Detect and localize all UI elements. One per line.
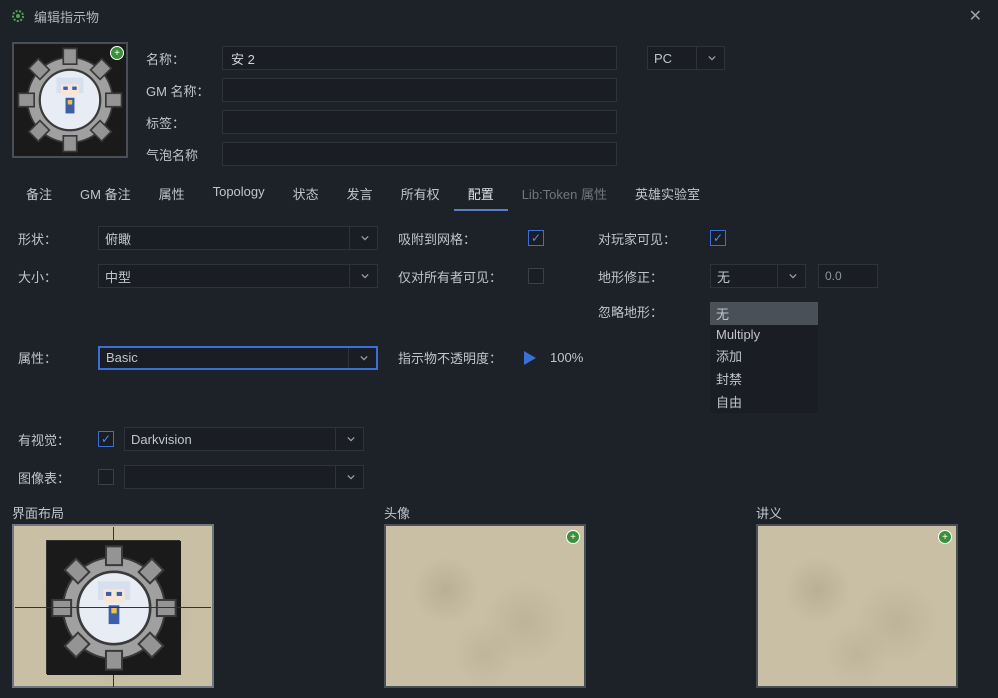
size-value: 中型	[105, 267, 131, 286]
bubble-input[interactable]	[222, 142, 617, 166]
snap-label: 吸附到网格：	[398, 229, 518, 248]
vision-checkbox[interactable]	[98, 431, 114, 447]
property-value: Basic	[106, 350, 138, 365]
size-select[interactable]: 中型	[98, 264, 378, 288]
tab-state[interactable]: 状态	[279, 178, 333, 211]
opacity-slider[interactable]	[524, 351, 544, 365]
terrain-mod-value: 无	[717, 267, 730, 286]
ignore-terrain-option[interactable]: 自由	[710, 390, 818, 413]
shape-select[interactable]: 俯瞰	[98, 226, 378, 250]
add-image-icon[interactable]: +	[110, 46, 124, 60]
tab-topology[interactable]: Topology	[199, 178, 279, 211]
ignore-terrain-option[interactable]: 无	[710, 302, 818, 325]
image-table-checkbox[interactable]	[98, 469, 114, 485]
type-value: PC	[654, 51, 672, 66]
ignore-terrain-option[interactable]: 添加	[710, 344, 818, 367]
layout-preview-label: 界面布局	[12, 503, 214, 522]
chevron-down-icon	[335, 428, 357, 450]
tab-bar: 备注 GM 备注 属性 Topology 状态 发言 所有权 配置 Lib:To…	[0, 170, 998, 212]
gm-name-label: GM 名称：	[146, 81, 212, 100]
vision-value: Darkvision	[131, 432, 192, 447]
tab-properties[interactable]: 属性	[145, 178, 199, 211]
opacity-label: 指示物不透明度：	[398, 348, 518, 367]
handout-preview[interactable]: +	[756, 524, 958, 688]
chevron-down-icon	[777, 265, 799, 287]
prop-label: 属性：	[18, 348, 88, 367]
image-table-label: 图像表：	[18, 468, 88, 487]
add-handout-icon[interactable]: +	[938, 530, 952, 544]
visible-checkbox[interactable]	[710, 230, 726, 246]
tab-speech[interactable]: 发言	[333, 178, 387, 211]
ignore-terrain-option[interactable]: Multiply	[710, 325, 818, 344]
tags-input[interactable]	[222, 110, 617, 134]
tags-label: 标签：	[146, 113, 212, 132]
image-table-select[interactable]	[124, 465, 364, 489]
handout-preview-label: 讲义	[756, 503, 958, 522]
bubble-label: 气泡名称	[146, 145, 212, 164]
portrait-preview[interactable]: +	[384, 524, 586, 688]
name-label: 名称：	[146, 49, 212, 68]
vision-label: 有视觉：	[18, 430, 88, 449]
tab-notes[interactable]: 备注	[12, 178, 66, 211]
name-input[interactable]	[222, 46, 617, 70]
size-label: 大小：	[18, 267, 88, 286]
close-icon[interactable]: ✕	[963, 6, 988, 26]
token-image[interactable]: +	[12, 42, 128, 158]
tab-gm-notes[interactable]: GM 备注	[66, 178, 145, 211]
terrain-mod-select[interactable]: 无	[710, 264, 806, 288]
chevron-down-icon	[348, 348, 370, 368]
tab-config[interactable]: 配置	[454, 178, 508, 211]
type-select[interactable]: PC	[647, 46, 725, 70]
shape-label: 形状：	[18, 229, 88, 248]
window-title: 编辑指示物	[34, 7, 963, 26]
app-icon	[10, 8, 26, 24]
ignore-terrain-label: 忽略地形：	[598, 302, 698, 321]
tab-lib-token[interactable]: Lib:Token 属性	[508, 178, 621, 211]
visible-label: 对玩家可见：	[598, 229, 698, 248]
terrain-mod-label: 地形修正：	[598, 267, 698, 286]
owner-only-label: 仅对所有者可见：	[398, 267, 518, 286]
property-select[interactable]: Basic	[98, 346, 378, 370]
chevron-down-icon	[335, 466, 357, 488]
portrait-preview-label: 头像	[384, 503, 586, 522]
tab-hero-lab[interactable]: 英雄实验室	[621, 178, 714, 211]
chevron-down-icon	[349, 227, 371, 249]
opacity-value: 100%	[550, 350, 583, 365]
owner-only-checkbox[interactable]	[528, 268, 544, 284]
tab-ownership[interactable]: 所有权	[387, 178, 454, 211]
ignore-terrain-listbox[interactable]: 无 Multiply 添加 封禁 自由	[710, 302, 818, 413]
ignore-terrain-option[interactable]: 封禁	[710, 367, 818, 390]
vision-select[interactable]: Darkvision	[124, 427, 364, 451]
chevron-down-icon	[696, 47, 718, 69]
add-portrait-icon[interactable]: +	[566, 530, 580, 544]
terrain-mod-number[interactable]	[818, 264, 878, 288]
snap-checkbox[interactable]	[528, 230, 544, 246]
layout-preview[interactable]	[12, 524, 214, 688]
chevron-down-icon	[349, 265, 371, 287]
shape-value: 俯瞰	[105, 229, 131, 248]
gm-name-input[interactable]	[222, 78, 617, 102]
